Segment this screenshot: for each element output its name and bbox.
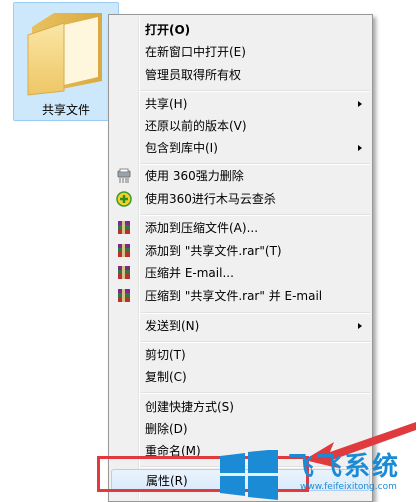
menu-item-label: 共享(H) <box>145 97 188 111</box>
menu-item-copy[interactable]: 复制(C) <box>111 366 370 388</box>
submenu-arrow-icon <box>358 323 362 329</box>
menu-item-compress-rar-email[interactable]: 压缩到 "共享文件.rar" 并 E-mail <box>111 285 370 307</box>
winrar-icon <box>118 266 130 279</box>
winrar-icon <box>118 221 130 234</box>
menu-separator <box>141 392 370 394</box>
360-shred-icon <box>117 168 131 183</box>
watermark-title: 飞飞系统 <box>288 452 401 482</box>
folder-icon <box>27 13 102 96</box>
menu-item-label: 发送到(N) <box>145 319 200 333</box>
menu-item-label: 添加到 "共享文件.rar"(T) <box>145 244 282 258</box>
folder-label: 共享文件 <box>41 103 90 117</box>
menu-item-label: 剪切(T) <box>145 348 186 362</box>
watermark-url: www.feifeixitong.com <box>300 482 397 492</box>
watermark: 飞飞系统 www.feifeixitong.com <box>218 446 418 502</box>
menu-item-send-to[interactable]: 发送到(N) <box>111 315 370 337</box>
folder-item[interactable]: 共享文件 <box>13 2 119 121</box>
windows-logo-icon <box>220 450 278 500</box>
menu-separator <box>141 214 370 216</box>
menu-item-360-scan[interactable]: 使用360进行木马云查杀 <box>111 188 370 210</box>
menu-item-open[interactable]: 打开(O) <box>111 19 370 41</box>
menu-separator <box>141 90 370 92</box>
menu-item-label: 使用360进行木马云查杀 <box>145 192 276 206</box>
menu-item-share[interactable]: 共享(H) <box>111 93 370 115</box>
menu-item-create-shortcut[interactable]: 创建快捷方式(S) <box>111 396 370 418</box>
menu-item-include-library[interactable]: 包含到库中(I) <box>111 137 370 159</box>
menu-item-label: 管理员取得所有权 <box>145 68 242 82</box>
menu-separator <box>141 312 370 314</box>
360-scan-icon <box>116 191 132 207</box>
menu-item-360-shred[interactable]: 使用 360强力删除 <box>111 165 370 187</box>
menu-item-label: 创建快捷方式(S) <box>145 400 234 414</box>
menu-item-label: 添加到压缩文件(A)... <box>145 221 259 235</box>
menu-item-label: 复制(C) <box>145 370 187 384</box>
menu-item-cut[interactable]: 剪切(T) <box>111 344 370 366</box>
menu-item-label: 包含到库中(I) <box>145 141 218 155</box>
menu-separator <box>141 341 370 343</box>
menu-item-label: 使用 360强力删除 <box>145 169 244 183</box>
menu-item-add-to-rar[interactable]: 添加到 "共享文件.rar"(T) <box>111 240 370 262</box>
menu-item-label: 打开(O) <box>145 23 191 37</box>
menu-item-restore-versions[interactable]: 还原以前的版本(V) <box>111 115 370 137</box>
menu-item-compress-email[interactable]: 压缩并 E-mail... <box>111 262 370 284</box>
submenu-arrow-icon <box>358 101 362 107</box>
menu-item-label: 在新窗口中打开(E) <box>145 45 246 59</box>
menu-item-label: 删除(D) <box>145 422 188 436</box>
menu-item-label: 压缩到 "共享文件.rar" 并 E-mail <box>145 289 323 303</box>
menu-item-label: 还原以前的版本(V) <box>145 119 247 133</box>
menu-item-label: 压缩并 E-mail... <box>145 266 234 280</box>
menu-item-open-new-window[interactable]: 在新窗口中打开(E) <box>111 41 370 63</box>
winrar-icon <box>118 289 130 302</box>
winrar-icon <box>118 244 130 257</box>
menu-item-add-to-archive[interactable]: 添加到压缩文件(A)... <box>111 217 370 239</box>
menu-item-take-ownership[interactable]: 管理员取得所有权 <box>111 64 370 86</box>
submenu-arrow-icon <box>358 145 362 151</box>
